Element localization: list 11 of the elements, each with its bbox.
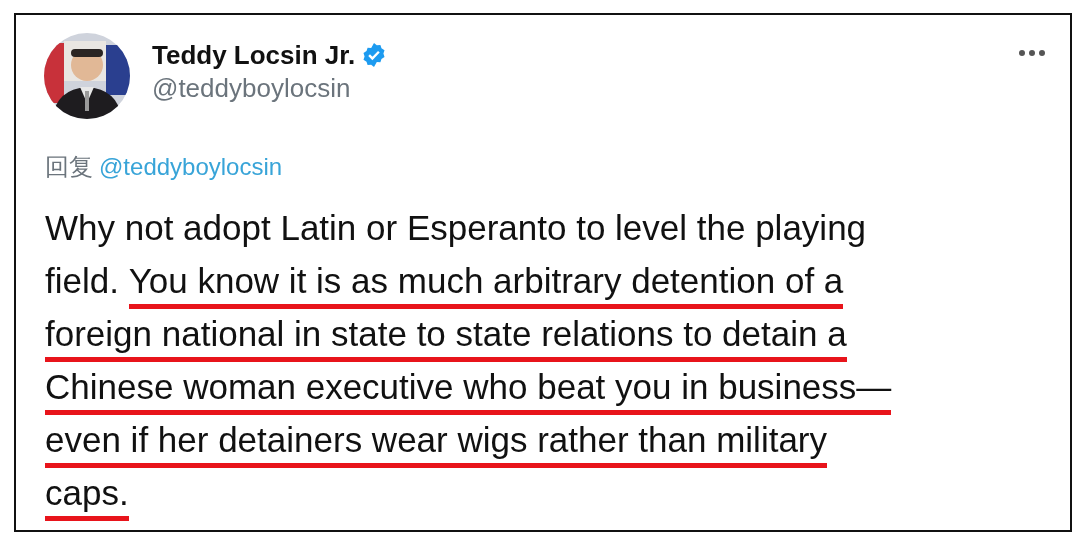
tweet-text: field. <box>45 260 120 302</box>
underlined-text: even if her detainers wear wigs rather than military <box>45 417 827 468</box>
underlined-text: Chinese woman executive who beat you in business— <box>45 364 892 415</box>
tweet-text: Why not adopt Latin or Esperanto to level the playing <box>45 207 867 249</box>
author-handle: @teddyboylocsin <box>152 71 352 105</box>
underlined-text: foreign national in state to state relations to detain a <box>45 311 847 362</box>
underlined-text: caps. <box>45 470 129 521</box>
underlined-text: You know it is as much arbitrary detention of a <box>128 258 844 309</box>
reply-label: 回复 <box>45 152 93 182</box>
more-options-icon[interactable] <box>1018 49 1046 57</box>
author-name[interactable]: Teddy Locsin Jr. <box>152 41 356 68</box>
